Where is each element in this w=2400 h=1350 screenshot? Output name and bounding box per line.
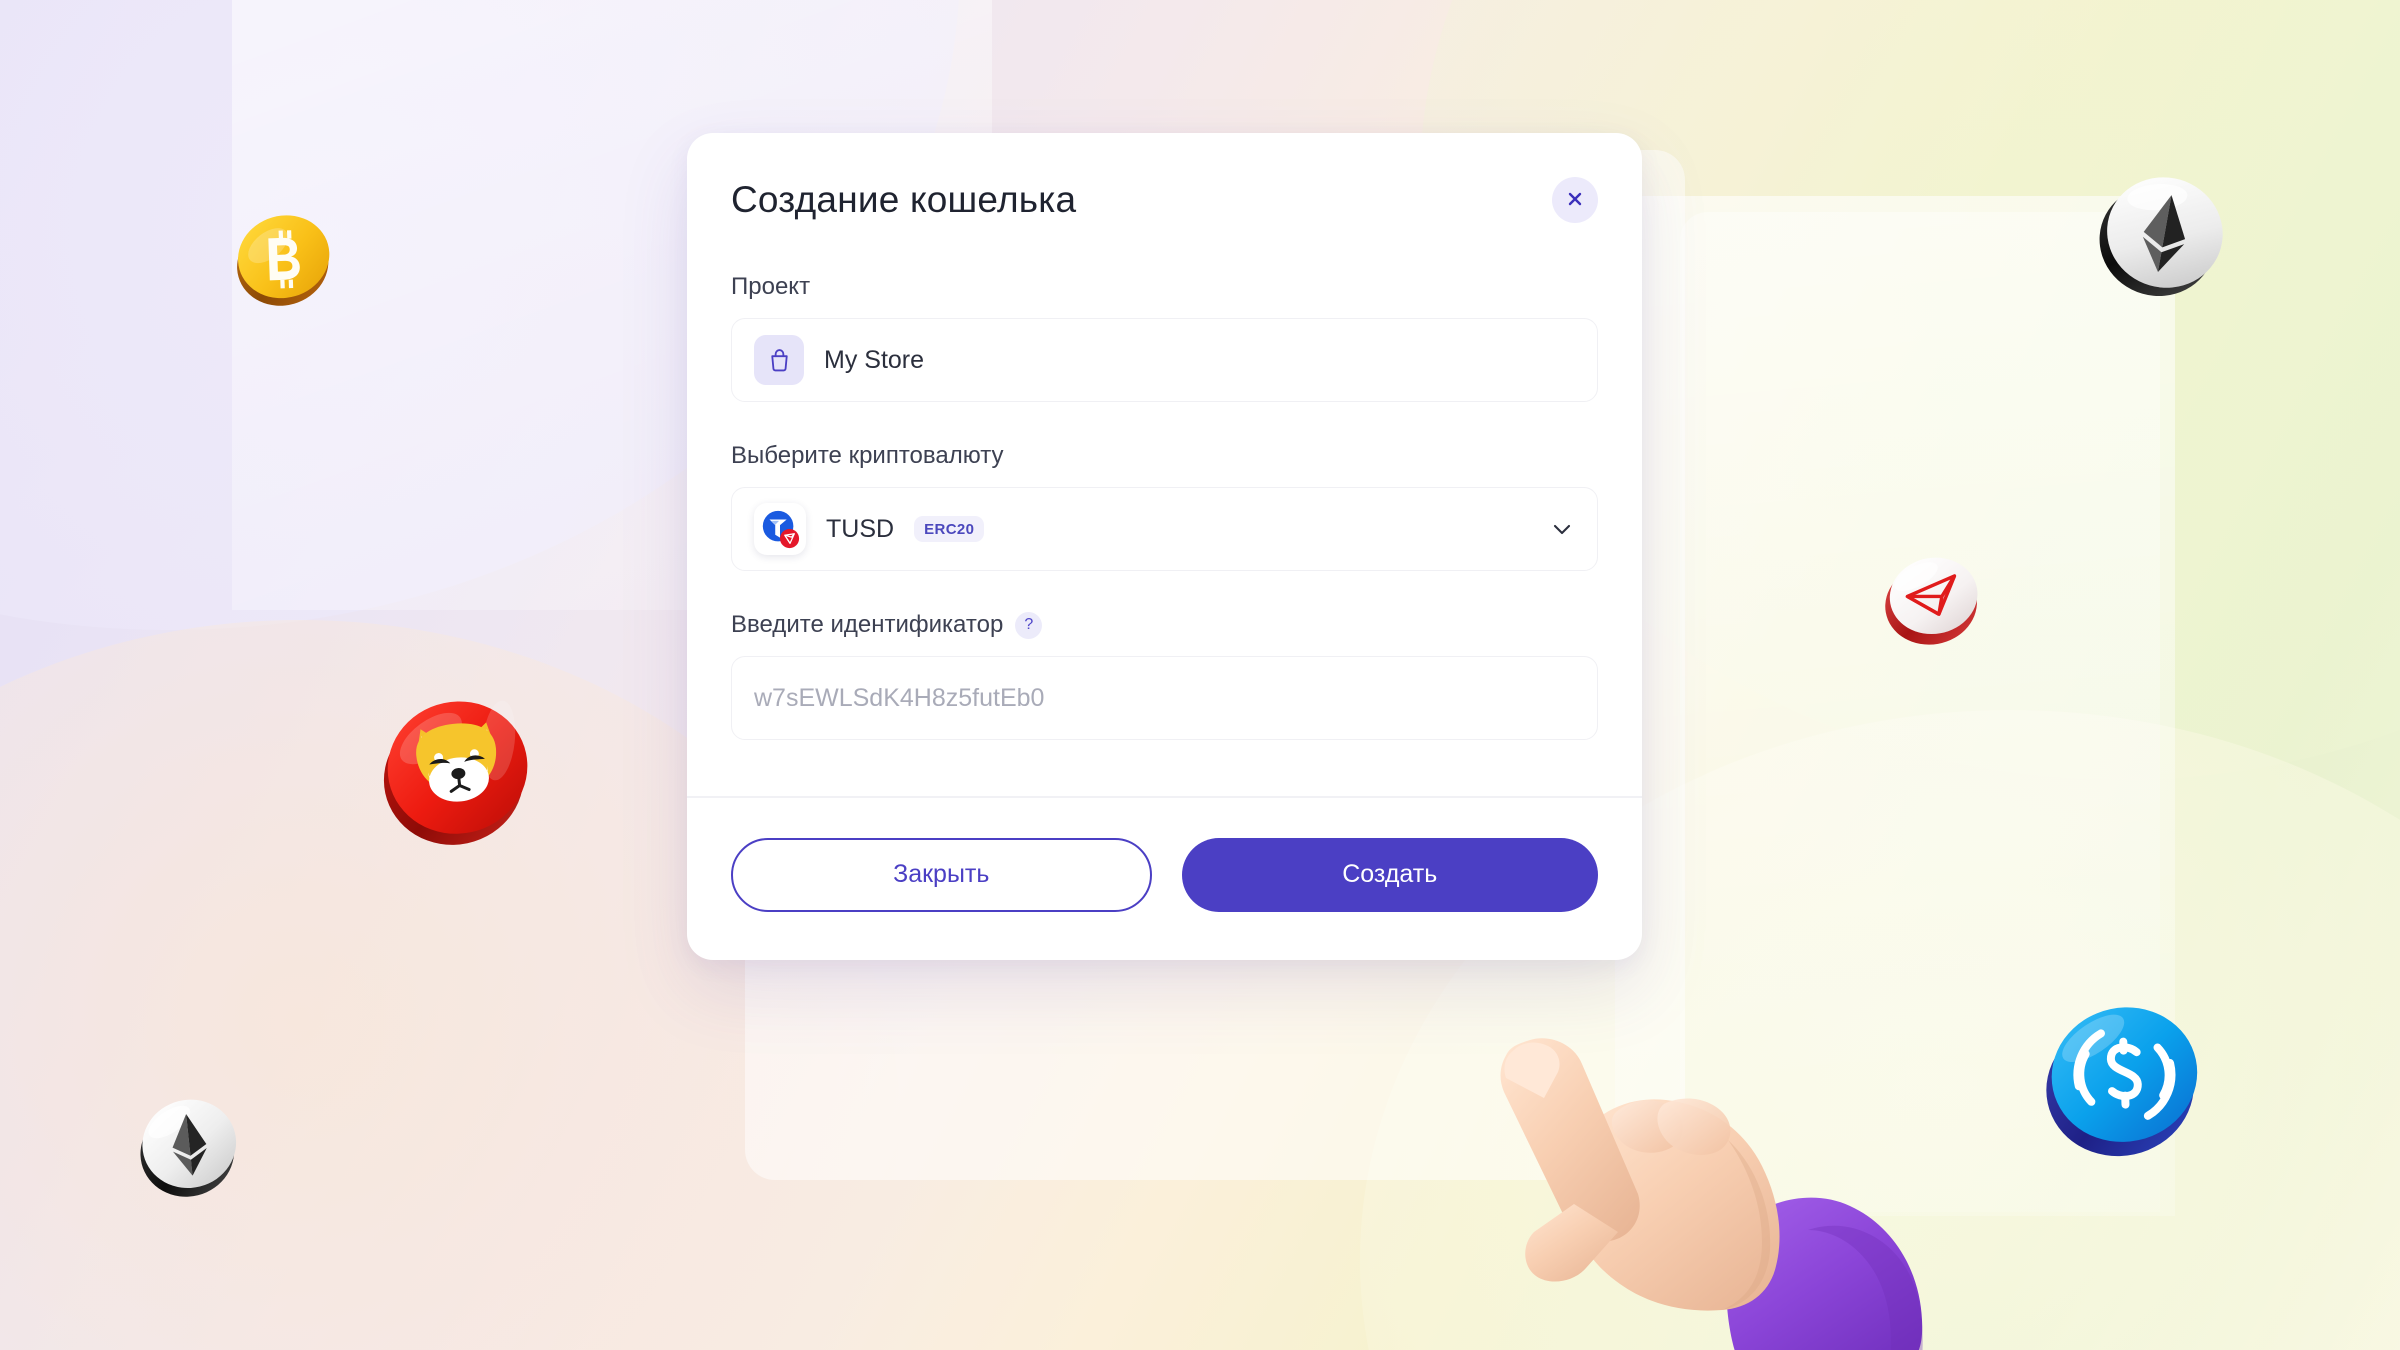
ethereum-coin-large <box>2079 152 2246 319</box>
shopping-bag-icon <box>754 335 804 385</box>
close-icon <box>1565 189 1585 212</box>
tusd-tron-coin-icon <box>754 503 806 555</box>
ethereum-coin-small <box>122 1080 255 1213</box>
close-button[interactable] <box>1552 177 1598 223</box>
crypto-select[interactable]: TUSD ERC20 <box>731 487 1598 571</box>
pointing-hand-cursor <box>1478 1020 1938 1350</box>
network-badge: ERC20 <box>914 516 985 542</box>
page-background: Создание кошелька Проект My Store Выбери… <box>0 0 2400 1350</box>
close-modal-button[interactable]: Закрыть <box>731 837 1152 912</box>
identifier-label: Введите идентификатор ? <box>731 611 1598 639</box>
modal-header: Создание кошелька <box>731 177 1598 223</box>
crypto-field-group: Выберите криптовалюту TUSD ERC20 <box>731 442 1598 571</box>
project-label: Проект <box>731 273 811 300</box>
project-field-group: Проект My Store <box>731 273 1598 402</box>
help-icon[interactable]: ? <box>1015 611 1043 639</box>
identifier-label-text: Введите идентификатор <box>731 611 1004 638</box>
crypto-select-value: TUSD ERC20 <box>754 503 985 555</box>
shiba-inu-coin <box>361 675 551 865</box>
bitcoin-coin <box>216 195 349 321</box>
project-input[interactable]: My Store <box>731 318 1598 402</box>
chevron-down-icon[interactable] <box>1549 516 1575 542</box>
page-title: Создание кошелька <box>731 179 1077 220</box>
project-value: My Store <box>824 345 925 374</box>
tron-coin <box>1870 539 1996 657</box>
modal-body: Создание кошелька Проект My Store Выбери… <box>687 133 1642 796</box>
create-wallet-button[interactable]: Создать <box>1181 837 1598 912</box>
create-wallet-modal: Создание кошелька Проект My Store Выбери… <box>687 133 1642 960</box>
usdc-coin <box>2023 979 2224 1176</box>
crypto-label: Выберите криптовалюту <box>731 442 1004 469</box>
identifier-placeholder: w7sEWLSdK4H8z5futEb0 <box>754 683 1045 712</box>
background-panel-right-outer <box>1615 196 2175 1216</box>
identifier-input[interactable]: w7sEWLSdK4H8z5futEb0 <box>731 656 1598 740</box>
background-panel-right-inner <box>1680 212 2160 1212</box>
crypto-value: TUSD <box>826 514 895 543</box>
identifier-field-group: Введите идентификатор ? w7sEWLSdK4H8z5fu… <box>731 611 1598 740</box>
modal-footer: Закрыть Создать <box>687 798 1642 960</box>
